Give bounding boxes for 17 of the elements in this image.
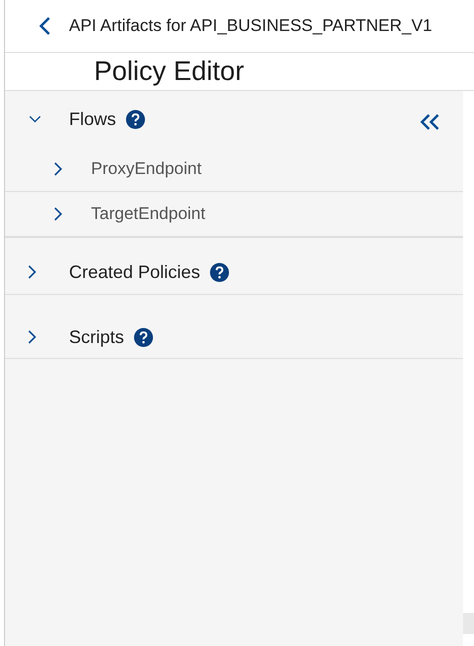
chevron-right-icon[interactable] (27, 329, 37, 345)
help-icon[interactable] (126, 110, 146, 128)
chevron-right-icon[interactable] (53, 206, 63, 222)
chevron-down-icon[interactable] (27, 113, 43, 125)
header-title: API Artifacts for API_BUSINESS_PARTNER_V1 (69, 16, 432, 36)
section-label[interactable]: Flows (69, 108, 116, 130)
back-icon[interactable] (39, 16, 51, 36)
collapse-icon[interactable] (419, 113, 441, 131)
tree-item[interactable]: TargetEndpoint (91, 204, 206, 224)
chevron-right-icon[interactable] (53, 161, 63, 177)
section-label[interactable]: Scripts (69, 326, 124, 348)
help-icon[interactable] (210, 262, 230, 282)
tree-item[interactable]: ProxyEndpoint (91, 159, 202, 179)
section-label[interactable]: Created Policies (69, 262, 200, 282)
page-title: Policy Editor (94, 56, 244, 87)
help-icon[interactable] (134, 328, 154, 346)
chevron-right-icon[interactable] (27, 264, 37, 280)
